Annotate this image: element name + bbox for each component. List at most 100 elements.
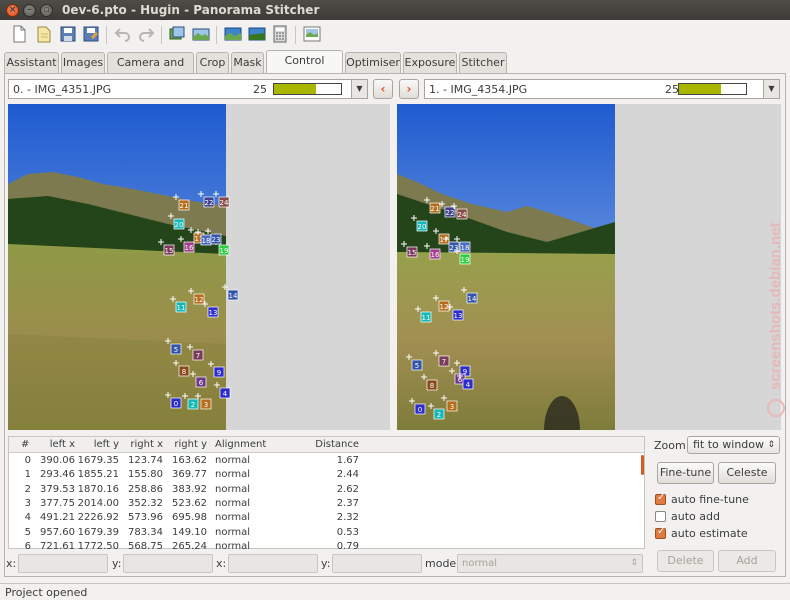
left-image-progress — [273, 83, 342, 95]
control-point-marker[interactable]: 15 — [158, 239, 175, 256]
calculator-icon[interactable] — [271, 25, 289, 43]
tab-optimiser[interactable]: Optimiser — [345, 52, 401, 73]
left-image-view[interactable]: 22 24 21 20 17 16 15 19 18 23 14 12 11 13 5 7 8 9 6 4 0 2 3 — [8, 104, 390, 430]
right-y-input[interactable] — [332, 554, 422, 573]
control-point-marker[interactable]: 8 — [173, 360, 190, 377]
delete-button[interactable]: Delete — [657, 550, 714, 572]
column-header[interactable]: left x — [29, 439, 75, 450]
control-point-marker[interactable]: 0 — [165, 392, 182, 409]
auto-estimate-checkbox[interactable] — [655, 526, 666, 539]
new-file-icon[interactable] — [10, 25, 28, 43]
control-point-marker[interactable]: 13 — [447, 304, 464, 321]
close-window-button[interactable]: × — [6, 4, 19, 17]
control-point-marker[interactable]: 12 — [188, 288, 205, 305]
celeste-button[interactable]: Celeste — [718, 462, 776, 484]
open-file-icon[interactable] — [35, 25, 53, 43]
control-point-marker[interactable]: 21 — [424, 197, 441, 214]
next-image-button[interactable]: › — [399, 79, 419, 99]
control-point-marker[interactable]: 9 — [454, 360, 471, 377]
control-point-marker[interactable]: 16 — [424, 243, 441, 260]
column-header[interactable]: Alignment — [215, 439, 266, 450]
control-point-marker[interactable]: 24 — [213, 191, 230, 208]
control-point-marker[interactable]: 0 — [409, 398, 426, 415]
control-point-marker[interactable]: 7 — [433, 350, 450, 367]
chevron-down-icon[interactable]: ▼ — [763, 80, 779, 98]
control-point-marker[interactable]: 3 — [441, 395, 458, 412]
table-row[interactable]: 4 491.21 2226.92 573.96 695.98 normal 2.32 — [9, 511, 644, 525]
right-x-input[interactable] — [228, 554, 318, 573]
tab-assistant[interactable]: Assistant — [4, 52, 59, 73]
column-header[interactable]: right y — [165, 439, 207, 450]
left-x-input[interactable] — [18, 554, 108, 573]
table-row[interactable]: 5 957.60 1679.39 783.34 149.10 normal 0.53 — [9, 526, 644, 540]
control-point-marker[interactable]: 21 — [173, 194, 190, 211]
zoom-select[interactable]: fit to window ⇕ — [687, 436, 780, 454]
control-point-marker[interactable]: 11 — [170, 296, 187, 313]
svg-text:3: 3 — [450, 403, 454, 411]
svg-text:11: 11 — [422, 314, 431, 322]
fine-tune-button[interactable]: Fine-tune — [657, 462, 714, 484]
control-point-marker[interactable]: 13 — [202, 301, 219, 318]
column-header[interactable]: right x — [121, 439, 163, 450]
left-y-input[interactable] — [123, 554, 213, 573]
tab-stitcher[interactable]: Stitcher — [459, 52, 507, 73]
prev-image-button[interactable]: ‹ — [373, 79, 393, 99]
column-header[interactable]: left y — [77, 439, 119, 450]
maximize-window-button[interactable]: ▫ — [40, 4, 53, 17]
control-points-table[interactable]: # left x left y right x right y Alignmen… — [8, 436, 645, 552]
zoom-value: fit to window — [693, 438, 765, 451]
control-point-marker[interactable]: 2 — [182, 393, 199, 410]
control-point-marker[interactable]: 22 — [198, 191, 215, 208]
left-image-selector[interactable]: 0. - IMG_4351.JPG 25 ▼ — [8, 79, 368, 99]
add-images-icon[interactable] — [168, 25, 186, 43]
tab-images[interactable]: Images — [61, 52, 105, 73]
table-row[interactable]: 6 721.61 1772.50 568.75 265.24 normal 0.79 — [9, 540, 644, 554]
control-point-marker[interactable]: 5 — [165, 338, 182, 355]
control-point-marker[interactable]: 20 — [168, 213, 185, 230]
control-point-marker[interactable]: 8 — [421, 374, 438, 391]
table-row[interactable]: 0 390.06 1679.35 123.74 163.62 normal 1.67 — [9, 454, 644, 468]
control-point-marker[interactable]: 4 — [214, 382, 231, 399]
fast-preview-icon[interactable] — [248, 25, 266, 43]
tab-exposure[interactable]: Exposure — [403, 52, 457, 73]
control-point-marker[interactable]: 15 — [401, 241, 418, 258]
control-point-marker[interactable]: 14 — [461, 287, 478, 304]
control-point-marker[interactable]: 22 — [439, 201, 456, 218]
control-point-marker[interactable]: 6 — [190, 371, 207, 388]
table-scrollbar[interactable] — [640, 453, 644, 548]
table-row[interactable]: 1 293.46 1855.21 155.80 369.77 normal 2.44 — [9, 468, 644, 482]
control-point-marker[interactable]: 12 — [433, 295, 450, 312]
mode-select[interactable]: normal ⇕ — [457, 554, 643, 573]
redo-icon[interactable] — [137, 25, 155, 43]
chevron-down-icon[interactable]: ▼ — [351, 80, 367, 98]
table-row[interactable]: 3 377.75 2014.00 352.32 523.62 normal 2.37 — [9, 497, 644, 511]
right-image-selector[interactable]: 1. - IMG_4354.JPG 25 ▼ — [424, 79, 780, 99]
column-header[interactable]: Distance — [309, 439, 359, 450]
tab-camera-and-lens[interactable]: Camera and Lens — [107, 52, 194, 89]
control-point-marker[interactable]: 14 — [222, 284, 239, 301]
minimize-window-button[interactable]: – — [23, 4, 36, 17]
left-x-label: x: — [6, 557, 17, 570]
tab-mask[interactable]: Mask — [231, 52, 264, 73]
control-point-marker[interactable]: 11 — [415, 306, 432, 323]
stitch-icon[interactable] — [303, 25, 321, 43]
preview-icon[interactable] — [224, 25, 242, 43]
auto-add-checkbox[interactable] — [655, 511, 666, 522]
save-as-icon[interactable] — [82, 25, 100, 43]
control-point-marker[interactable]: 2 — [428, 403, 445, 420]
table-row[interactable]: 2 379.53 1870.16 258.86 383.92 normal 2.62 — [9, 483, 644, 497]
align-images-icon[interactable] — [192, 25, 210, 43]
control-point-marker[interactable]: 20 — [411, 215, 428, 232]
control-point-marker[interactable]: 16 — [178, 236, 195, 253]
control-point-marker[interactable]: 17 — [433, 228, 450, 245]
undo-icon[interactable] — [114, 25, 132, 43]
right-image-view[interactable]: 21 22 24 20 17 23 18 15 16 19 14 12 11 13 5 7 8 9 6 4 0 2 3 — [397, 104, 781, 430]
tab-control-points[interactable]: Control Points — [266, 50, 343, 87]
control-point-marker[interactable]: 5 — [406, 354, 423, 371]
control-point-marker[interactable]: 9 — [208, 361, 225, 378]
tab-crop[interactable]: Crop — [196, 52, 229, 73]
add-button[interactable]: Add — [718, 550, 776, 572]
control-point-marker[interactable]: 7 — [187, 344, 204, 361]
save-icon[interactable] — [59, 25, 77, 43]
auto-fine-tune-checkbox[interactable] — [655, 492, 666, 505]
